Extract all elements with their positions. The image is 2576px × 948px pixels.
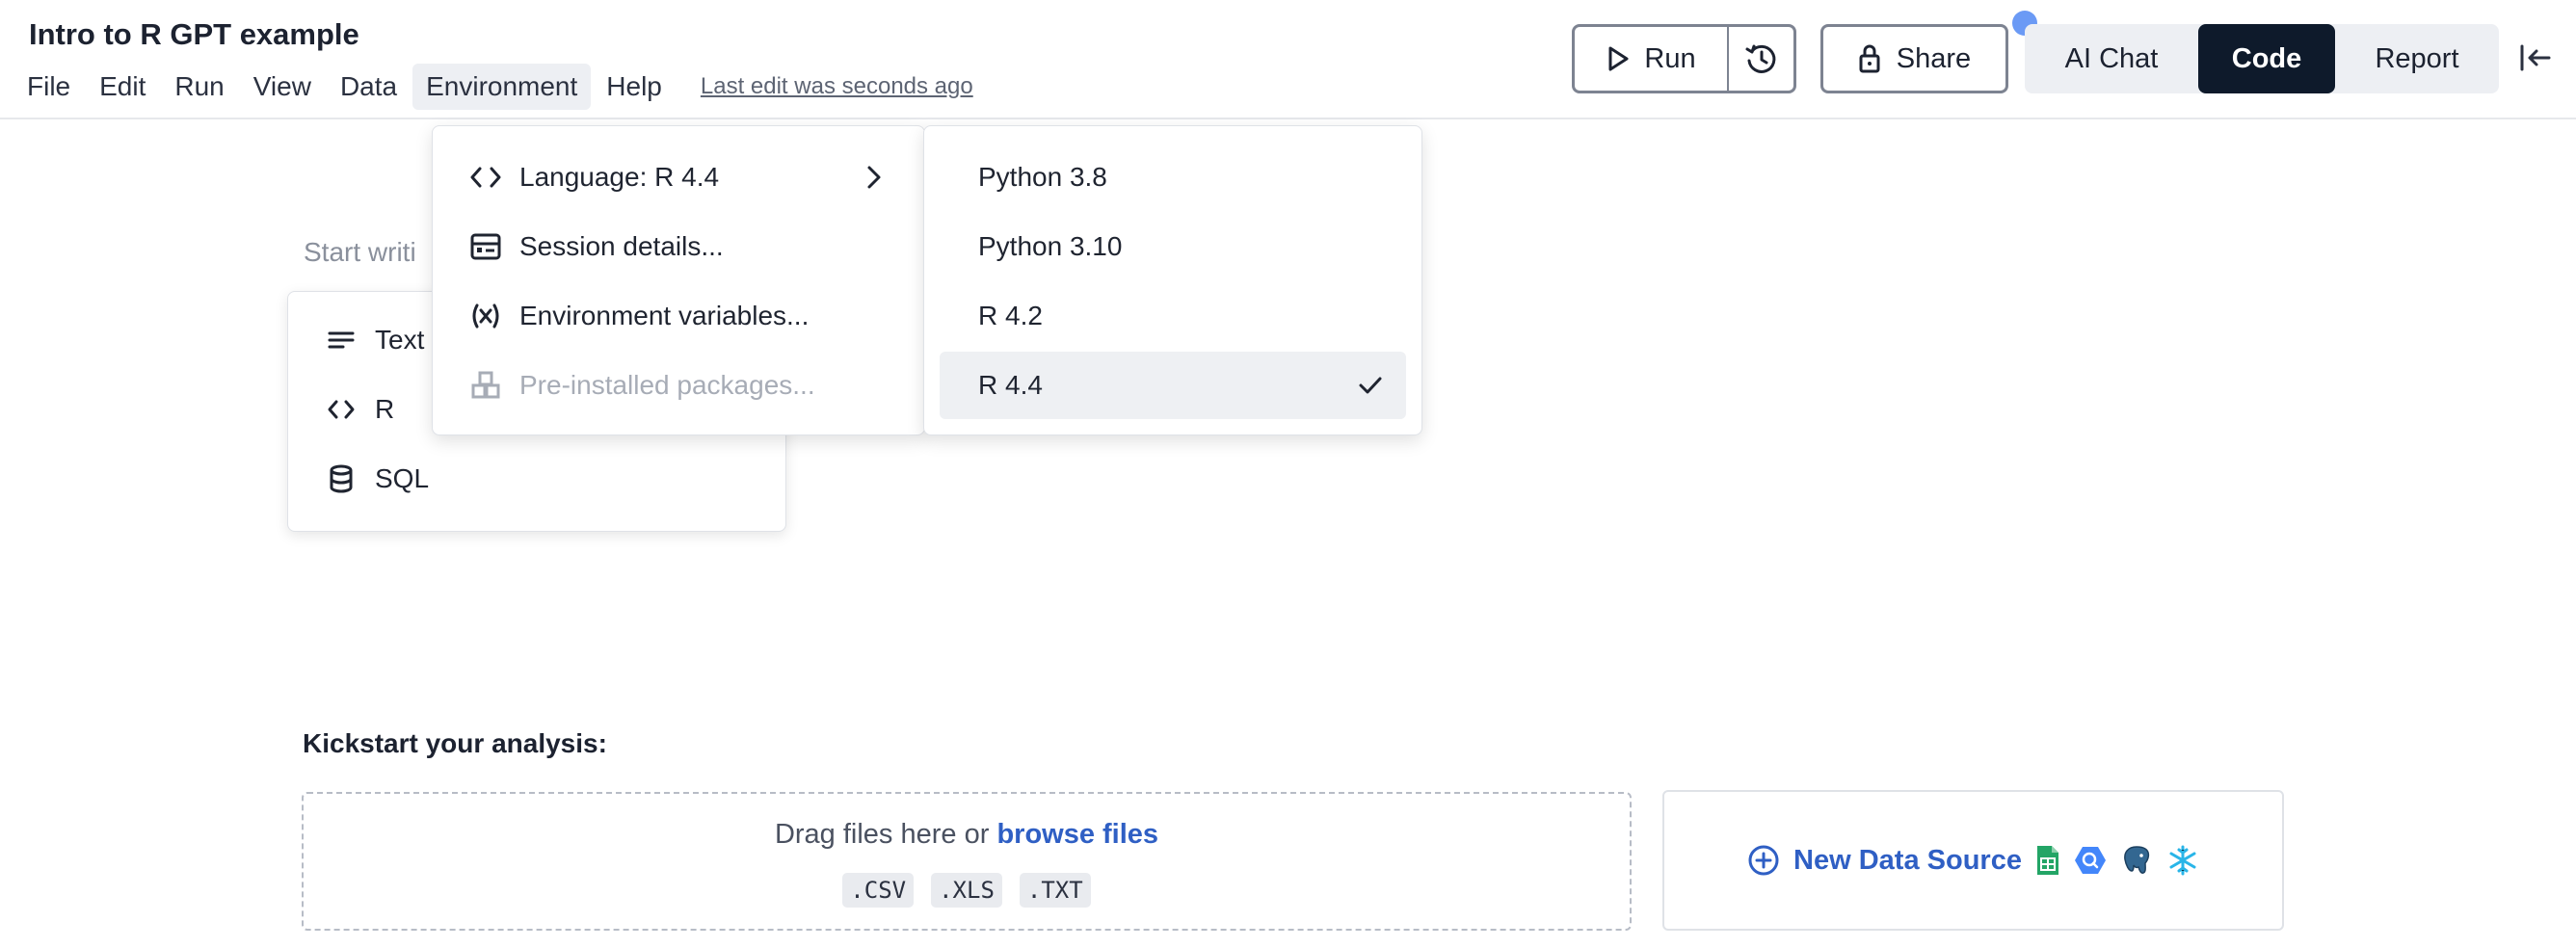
menu-item-preinstalled-packages-label: Pre-installed packages...: [519, 370, 815, 400]
kickstart-heading: Kickstart your analysis:: [303, 728, 607, 758]
top-bar: Intro to R GPT example File Edit Run Vie…: [0, 0, 2576, 119]
chevron-right-icon: [867, 166, 881, 189]
notebook-title[interactable]: Intro to R GPT example: [29, 17, 359, 52]
insert-sql-label: SQL: [375, 463, 430, 493]
insert-r-item[interactable]: R: [327, 394, 394, 425]
run-history-button[interactable]: [1729, 27, 1793, 91]
menu-run[interactable]: Run: [161, 64, 237, 110]
file-type-xls: .XLS: [931, 873, 1002, 908]
menu-environment[interactable]: Environment: [412, 64, 592, 110]
menu-item-environment-variables[interactable]: Environment variables...: [469, 289, 905, 343]
database-icon: [330, 464, 353, 493]
menu-item-language[interactable]: Language: R 4.4: [469, 150, 905, 204]
browse-files-link[interactable]: browse files: [996, 819, 1158, 850]
code-brackets-icon: [328, 400, 355, 419]
session-details-icon: [470, 233, 501, 260]
editor-placeholder[interactable]: Start writi: [304, 237, 416, 268]
bigquery-icon: [2074, 847, 2106, 874]
file-drop-zone[interactable]: Drag files here or browse files .CSV .XL…: [302, 792, 1632, 931]
menu-data[interactable]: Data: [327, 64, 411, 110]
google-sheets-icon: [2036, 846, 2058, 875]
insert-sql-item[interactable]: SQL: [327, 463, 429, 494]
insert-text-item[interactable]: Text: [327, 325, 424, 356]
play-icon: [1608, 46, 1629, 71]
menu-file[interactable]: File: [13, 64, 84, 110]
history-icon: [1745, 44, 1775, 73]
plus-circle-icon: [1748, 845, 1779, 876]
file-type-csv: .CSV: [842, 873, 915, 908]
share-button[interactable]: Share: [1820, 24, 2008, 93]
file-type-tags: .CSV .XLS .TXT: [304, 873, 1630, 908]
drop-zone-text: Drag files here or browse files: [304, 819, 1630, 851]
run-button[interactable]: Run: [1575, 27, 1729, 91]
variable-icon: [472, 303, 499, 329]
view-switcher: AI Chat Code Report: [2025, 24, 2499, 93]
menu-item-environment-variables-label: Environment variables...: [519, 301, 810, 330]
new-data-source-button[interactable]: New Data Source: [1662, 790, 2284, 931]
menu-help[interactable]: Help: [593, 64, 676, 110]
menu-item-session-details-label: Session details...: [519, 231, 724, 261]
insert-r-label: R: [375, 394, 395, 424]
run-button-group: Run: [1572, 24, 1796, 93]
menu-edit[interactable]: Edit: [86, 64, 159, 110]
tab-report[interactable]: Report: [2335, 24, 2499, 93]
snowflake-icon: [2169, 845, 2196, 876]
tab-code[interactable]: Code: [2198, 24, 2335, 93]
packages-icon: [471, 371, 500, 399]
file-type-txt: .TXT: [1019, 873, 1091, 908]
check-icon: [1359, 377, 1382, 394]
environment-menu: Language: R 4.4 Session details... Envir…: [432, 125, 925, 435]
language-option-python-3-8[interactable]: Python 3.8: [940, 144, 1406, 211]
language-option-r-4-2[interactable]: R 4.2: [940, 282, 1406, 350]
text-lines-icon: [328, 331, 355, 349]
menu-item-language-label: Language: R 4.4: [519, 162, 720, 192]
language-option-r-4-4-label: R 4.4: [978, 370, 1043, 400]
language-option-r-4-4[interactable]: R 4.4: [940, 352, 1406, 419]
drop-zone-label: Drag files here or: [774, 819, 990, 850]
run-button-label: Run: [1644, 42, 1696, 74]
postgresql-icon: [2124, 846, 2150, 874]
menu-item-preinstalled-packages: Pre-installed packages...: [469, 358, 905, 412]
share-button-label: Share: [1896, 42, 1972, 74]
lock-icon: [1859, 44, 1880, 73]
language-submenu: Python 3.8 Python 3.10 R 4.2 R 4.4: [923, 125, 1422, 435]
insert-text-label: Text: [375, 325, 425, 355]
collapse-panel-icon[interactable]: [2518, 40, 2553, 75]
tab-ai-chat[interactable]: AI Chat: [2025, 24, 2198, 93]
menu-item-session-details[interactable]: Session details...: [469, 220, 905, 274]
menu-view[interactable]: View: [240, 64, 325, 110]
menu-bar: File Edit Run View Data Environment Help…: [13, 64, 973, 110]
code-brackets-icon: [470, 167, 501, 188]
new-data-source-label: New Data Source: [1793, 844, 2022, 876]
last-edit-link[interactable]: Last edit was seconds ago: [701, 73, 973, 100]
language-option-python-3-10[interactable]: Python 3.10: [940, 213, 1406, 280]
